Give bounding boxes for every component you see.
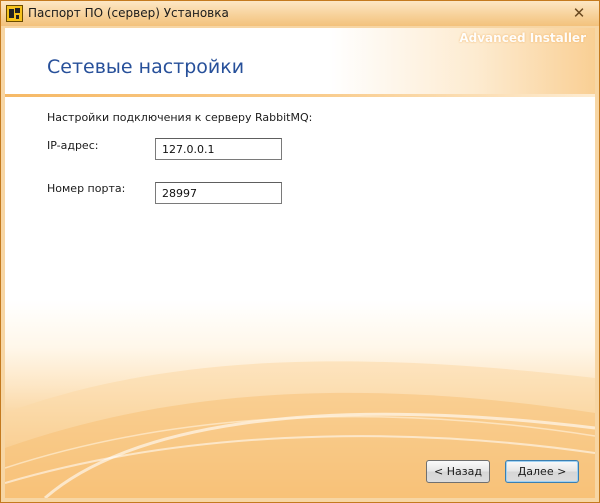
background-swoosh: [5, 361, 595, 498]
installer-content: Advanced Installer Сетевые настройки Нас…: [5, 28, 595, 498]
connection-section-label: Настройки подключения к серверу RabbitMQ…: [47, 111, 313, 124]
installer-app-icon: [6, 5, 23, 22]
ip-address-field[interactable]: [155, 138, 282, 160]
port-number-field[interactable]: [155, 182, 282, 204]
title-bar[interactable]: Паспорт ПО (сервер) Установка ✕: [1, 1, 599, 26]
window-title: Паспорт ПО (сервер) Установка: [28, 6, 229, 20]
port-number-label: Номер порта:: [47, 182, 126, 195]
back-button[interactable]: < Назад: [426, 460, 490, 483]
page-title: Сетевые настройки: [47, 56, 245, 78]
brand-label: Advanced Installer: [459, 31, 586, 45]
ip-address-label: IP-адрес:: [47, 139, 99, 152]
installer-window: Паспорт ПО (сервер) Установка ✕ Advanced…: [0, 0, 600, 503]
close-icon[interactable]: ✕: [570, 4, 588, 22]
header-band: Advanced Installer Сетевые настройки: [5, 28, 595, 96]
next-button[interactable]: Далее >: [505, 460, 579, 483]
header-divider: [5, 94, 595, 97]
